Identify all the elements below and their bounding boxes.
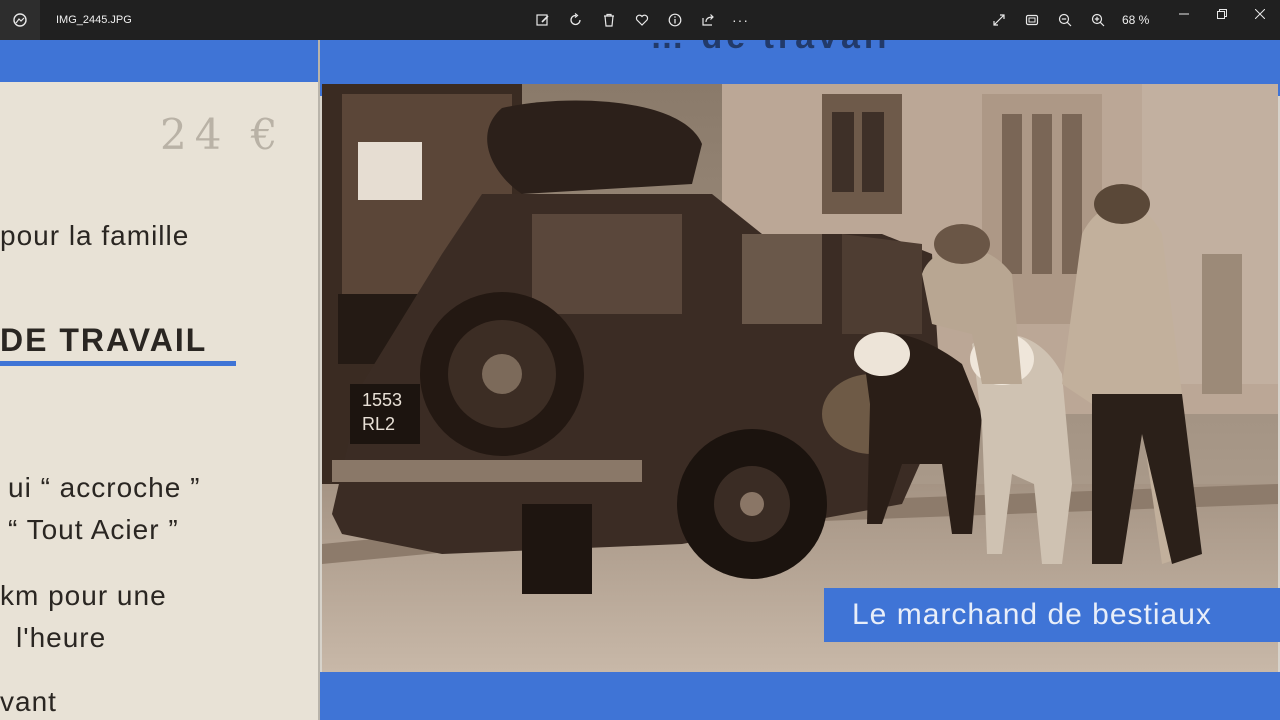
band-heading-text: … de travail [650,40,891,57]
handwritten-price: 24 € [160,110,286,159]
edit-image-icon[interactable] [526,0,559,40]
left-text-line-4: km pour une [0,580,167,611]
photo-canvas[interactable]: 24 € pour la famille DE TRAVAIL ui “ acc… [0,40,1280,720]
left-text-line-2: ui “ accroche ” [8,472,201,503]
zoom-out-icon[interactable] [1048,0,1081,40]
minimize-icon[interactable] [1164,0,1204,28]
fullscreen-icon[interactable] [982,0,1015,40]
left-text-line-1: pour la famille [0,220,190,251]
favorite-icon[interactable] [625,0,658,40]
left-heading: DE TRAVAIL [0,322,208,358]
title-bar: IMG_2445.JPG ··· 68 % [0,0,1280,40]
photo-caption: Le marchand de bestiaux [824,588,1280,642]
left-text-line-3: “ Tout Acier ” [8,514,179,545]
rotate-icon[interactable] [559,0,592,40]
photos-app-icon[interactable] [0,0,40,40]
heading-underline [0,361,236,366]
close-icon[interactable] [1240,0,1280,28]
left-text-line-6: vant [0,686,57,717]
brochure-right-page: … de travail [320,40,1280,720]
bottom-blue-band [320,672,1280,720]
view-controls: 68 % [982,0,1149,40]
maximize-icon[interactable] [1202,0,1242,28]
left-text-line-5: l'heure [16,622,107,653]
zoom-level[interactable]: 68 % [1122,13,1149,27]
image-toolbar: ··· [526,0,757,40]
delete-icon[interactable] [592,0,625,40]
caption-text: Le marchand de bestiaux [852,598,1212,631]
brochure-left-page: 24 € pour la famille DE TRAVAIL ui “ acc… [0,40,318,720]
left-blue-band [0,40,318,82]
share-icon[interactable] [691,0,724,40]
zoom-in-icon[interactable] [1081,0,1114,40]
info-icon[interactable] [658,0,691,40]
more-icon[interactable]: ··· [724,0,757,40]
plate-text-2: RL2 [362,414,395,434]
fit-window-icon[interactable] [1015,0,1048,40]
plate-text-1: 1553 [362,390,402,410]
sepia-photograph: 1553 RL2 [322,84,1278,672]
file-name: IMG_2445.JPG [56,14,132,26]
